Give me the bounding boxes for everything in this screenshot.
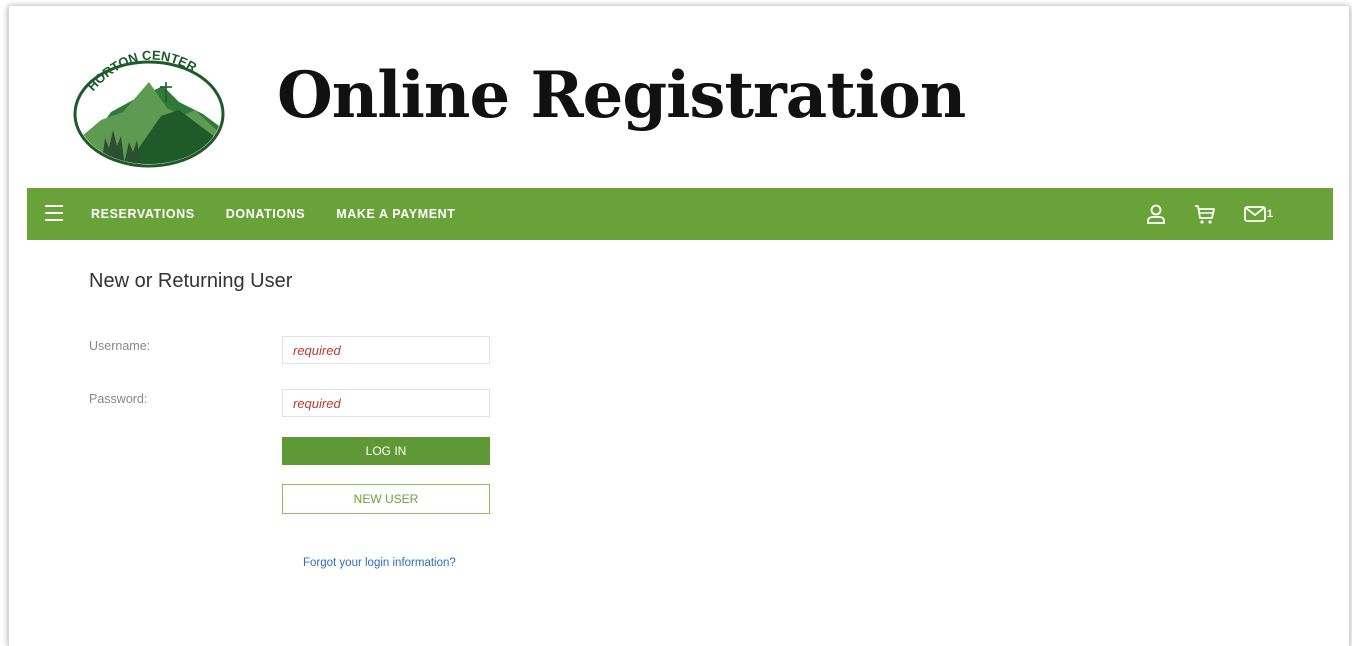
nav-item-make-a-payment[interactable]: MAKE A PAYMENT	[336, 207, 455, 221]
nav-icons: 1	[1146, 188, 1273, 240]
new-user-button[interactable]: NEW USER	[282, 484, 490, 514]
password-input[interactable]	[282, 389, 490, 417]
username-input[interactable]	[282, 336, 490, 364]
login-form: New or Returning User Username: Password…	[89, 270, 490, 569]
password-label: Password:	[89, 392, 148, 406]
nav-item-donations[interactable]: DONATIONS	[226, 207, 305, 221]
page-title: Online Registration	[277, 58, 966, 133]
login-button[interactable]: LOG IN	[282, 437, 490, 465]
site-header: HORTON CENTER Online Registration	[9, 6, 1349, 188]
horton-center-logo[interactable]: HORTON CENTER	[71, 42, 227, 168]
forgot-login-link[interactable]: Forgot your login information?	[303, 557, 456, 569]
nav-links: RESERVATIONS DONATIONS MAKE A PAYMENT	[91, 188, 456, 240]
mail-icon	[1243, 206, 1266, 222]
login-heading: New or Returning User	[89, 270, 293, 292]
cart-icon[interactable]	[1194, 203, 1216, 225]
mail-button[interactable]: 1	[1243, 205, 1273, 223]
mail-count-badge: 1	[1266, 208, 1273, 220]
nav-item-reservations[interactable]: RESERVATIONS	[91, 207, 195, 221]
user-icon[interactable]	[1146, 203, 1166, 225]
username-label: Username:	[89, 339, 151, 353]
menu-icon[interactable]	[45, 205, 63, 223]
main-nav-bar: RESERVATIONS DONATIONS MAKE A PAYMENT 1	[27, 188, 1333, 240]
page-frame: HORTON CENTER Online Registration RESERV…	[8, 6, 1350, 646]
